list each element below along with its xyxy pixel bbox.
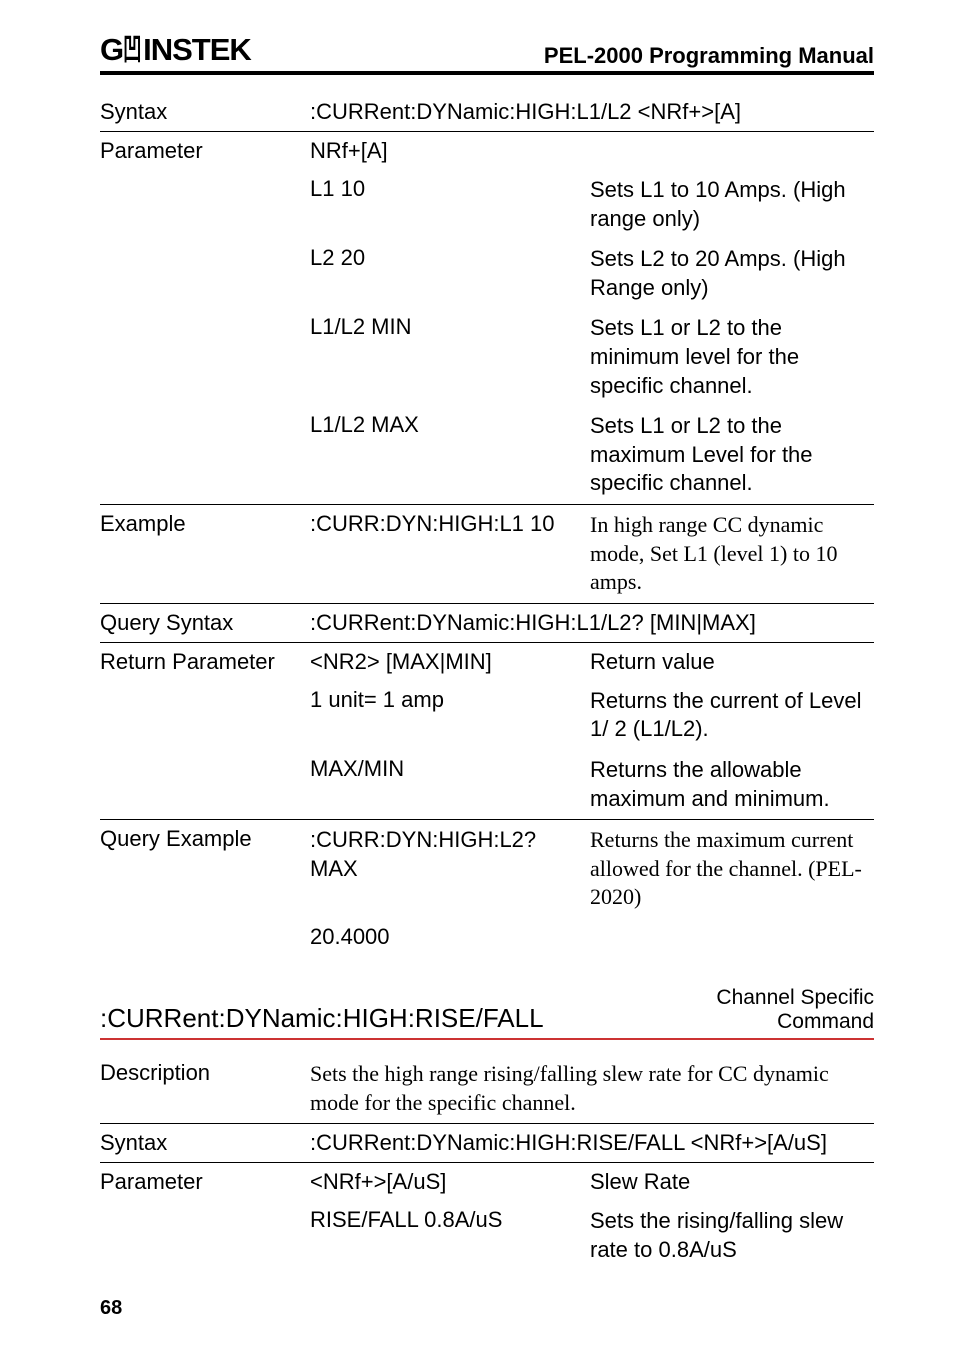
table-row: 1 unit= 1 ampReturns the current of Leve… <box>100 681 874 750</box>
table-row: DescriptionSets the high range rising/fa… <box>100 1054 874 1124</box>
row-desc: Sets the rising/falling slew rate to 0.8… <box>590 1201 874 1270</box>
row-label: Description <box>100 1054 310 1124</box>
section-tag: Channel Specific Command <box>716 986 874 1034</box>
table-row: ParameterNRf+[A] <box>100 132 874 171</box>
logo-post: INSTEK <box>143 32 251 67</box>
row-value: Sets the high range rising/falling slew … <box>310 1054 874 1124</box>
row-param: <NRf+>[A/uS] <box>310 1163 590 1202</box>
table-row: MAX/MINReturns the allowable maximum and… <box>100 750 874 820</box>
row-desc: Sets L1 to 10 Amps. (High range only) <box>590 170 874 239</box>
table-row: Parameter<NRf+>[A/uS]Slew Rate <box>100 1163 874 1202</box>
row-param: 1 unit= 1 amp <box>310 681 590 750</box>
row-label <box>100 406 310 504</box>
row-label: Parameter <box>100 132 310 171</box>
row-label <box>100 308 310 406</box>
row-param: NRf+[A] <box>310 132 590 171</box>
row-value: :CURRent:DYNamic:HIGH:L1/L2? [MIN|MAX] <box>310 603 874 642</box>
table-row: 20.4000 <box>100 918 874 956</box>
row-desc: Sets L1 or L2 to the minimum level for t… <box>590 308 874 406</box>
table-row: Query Example:CURR:DYN:HIGH:L2? MAXRetur… <box>100 820 874 918</box>
row-param: 20.4000 <box>310 918 590 956</box>
row-param: RISE/FALL 0.8A/uS <box>310 1201 590 1270</box>
row-label: Parameter <box>100 1163 310 1202</box>
row-desc: Returns the allowable maximum and minimu… <box>590 750 874 820</box>
page-number: 68 <box>100 1297 122 1320</box>
table-row: L2 20Sets L2 to 20 Amps. (High Range onl… <box>100 239 874 308</box>
row-desc: Sets L1 or L2 to the maximum Level for t… <box>590 406 874 504</box>
logo: G凹INSTEK <box>100 24 251 69</box>
row-label <box>100 750 310 820</box>
section-tag-line2: Command <box>777 1010 874 1033</box>
row-param: MAX/MIN <box>310 750 590 820</box>
row-param: L1 10 <box>310 170 590 239</box>
row-desc: Returns the maximum current allowed for … <box>590 820 874 918</box>
row-param: :CURR:DYN:HIGH:L1 10 <box>310 504 590 603</box>
command-table-1: Syntax:CURRent:DYNamic:HIGH:L1/L2 <NRf+>… <box>100 93 874 956</box>
row-param: L2 20 <box>310 239 590 308</box>
header: G凹INSTEK PEL-2000 Programming Manual <box>100 24 874 75</box>
table-row: Example:CURR:DYN:HIGH:L1 10In high range… <box>100 504 874 603</box>
row-param: L1/L2 MAX <box>310 406 590 504</box>
table-row: L1/L2 MAXSets L1 or L2 to the maximum Le… <box>100 406 874 504</box>
row-label: Syntax <box>100 93 310 132</box>
row-desc: Slew Rate <box>590 1163 874 1202</box>
logo-bars-icon: 凹 <box>123 24 141 69</box>
row-desc <box>590 918 874 956</box>
row-param: <NR2> [MAX|MIN] <box>310 642 590 681</box>
row-desc: In high range CC dynamic mode, Set L1 (l… <box>590 504 874 603</box>
row-label <box>100 1201 310 1270</box>
row-label <box>100 239 310 308</box>
row-label: Syntax <box>100 1124 310 1163</box>
table-row: Return Parameter<NR2> [MAX|MIN]Return va… <box>100 642 874 681</box>
logo-pre: G <box>100 32 123 67</box>
section-tag-line1: Channel Specific <box>716 986 874 1009</box>
table-row: Query Syntax:CURRent:DYNamic:HIGH:L1/L2?… <box>100 603 874 642</box>
row-value: :CURRent:DYNamic:HIGH:RISE/FALL <NRf+>[A… <box>310 1124 874 1163</box>
row-desc: Sets L2 to 20 Amps. (High Range only) <box>590 239 874 308</box>
row-value: :CURRent:DYNamic:HIGH:L1/L2 <NRf+>[A] <box>310 93 874 132</box>
row-label: Example <box>100 504 310 603</box>
row-label <box>100 681 310 750</box>
table-row: L1 10Sets L1 to 10 Amps. (High range onl… <box>100 170 874 239</box>
manual-title: PEL-2000 Programming Manual <box>544 43 874 69</box>
section-command: :CURRent:DYNamic:HIGH:RISE/FALL <box>100 1003 544 1034</box>
row-label <box>100 918 310 956</box>
row-param: L1/L2 MIN <box>310 308 590 406</box>
table-row: L1/L2 MINSets L1 or L2 to the minimum le… <box>100 308 874 406</box>
table-row: Syntax:CURRent:DYNamic:HIGH:L1/L2 <NRf+>… <box>100 93 874 132</box>
row-label <box>100 170 310 239</box>
table-row: RISE/FALL 0.8A/uSSets the rising/falling… <box>100 1201 874 1270</box>
row-desc: Return value <box>590 642 874 681</box>
row-label: Query Example <box>100 820 310 918</box>
row-param: :CURR:DYN:HIGH:L2? MAX <box>310 820 590 918</box>
row-label: Query Syntax <box>100 603 310 642</box>
row-desc <box>590 132 874 171</box>
row-label: Return Parameter <box>100 642 310 681</box>
section-heading: :CURRent:DYNamic:HIGH:RISE/FALL Channel … <box>100 986 874 1040</box>
command-table-2: DescriptionSets the high range rising/fa… <box>100 1054 874 1270</box>
row-desc: Returns the current of Level 1/ 2 (L1/L2… <box>590 681 874 750</box>
table-row: Syntax:CURRent:DYNamic:HIGH:RISE/FALL <N… <box>100 1124 874 1163</box>
